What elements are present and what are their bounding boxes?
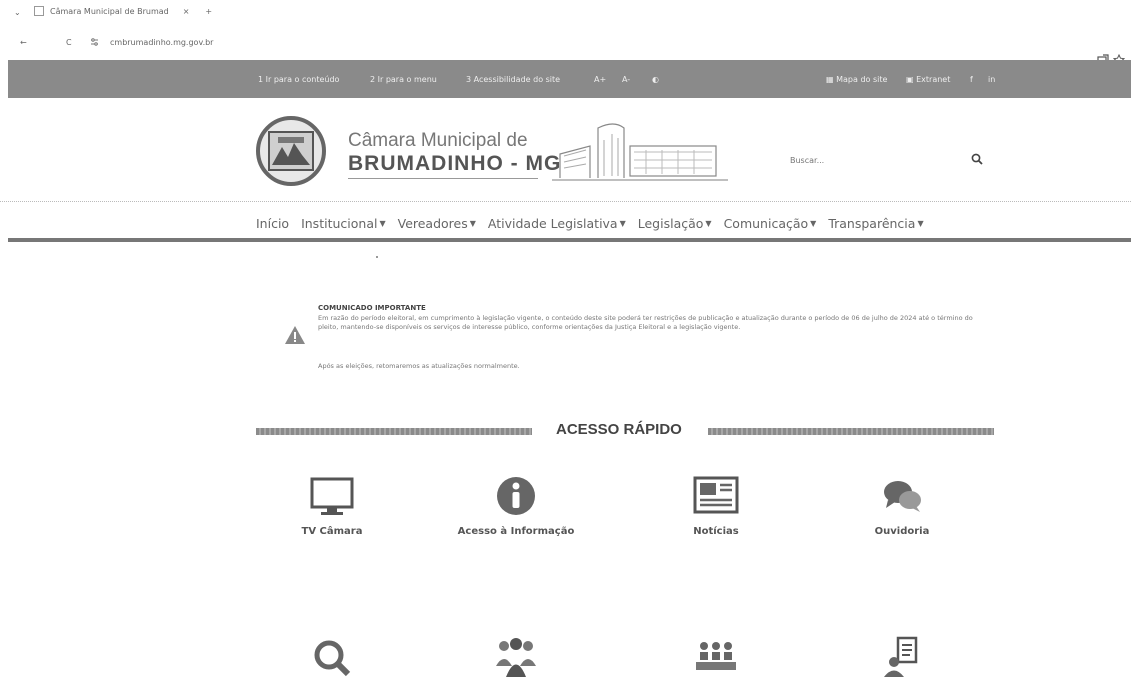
quick-access-document-person[interactable]	[812, 636, 992, 677]
browser-tab-strip: ⌄ Câmara Municipal de Brumad × +	[0, 0, 1131, 26]
plenary-icon	[696, 642, 736, 670]
quick-access-title: ACESSO RÁPIDO	[556, 421, 682, 438]
nav-label: Início	[256, 216, 290, 231]
section-rule-right	[708, 428, 994, 435]
site-header: Câmara Municipal de BRUMADINHO - MG	[0, 100, 1131, 200]
chamber-seal-logo[interactable]	[256, 116, 326, 186]
nav-label: Comunicação	[723, 216, 809, 231]
nav-item-vereadores[interactable]: Vereadores ▼	[398, 216, 476, 231]
decorative-dot	[376, 256, 378, 258]
caret-down-icon: ▼	[619, 219, 626, 228]
quick-access-plenary[interactable]	[626, 636, 806, 677]
quick-access-ouvidoria[interactable]: Ouvidoria	[812, 474, 992, 537]
quick-access-acesso-informacao[interactable]: Acesso à Informação	[426, 474, 606, 537]
tab-list-chevron-icon[interactable]: ⌄	[14, 8, 21, 17]
search-box	[790, 150, 990, 170]
caret-down-icon: ▼	[469, 219, 476, 228]
quick-access-group[interactable]	[426, 636, 606, 677]
tab-close-icon[interactable]: ×	[183, 7, 190, 16]
section-rule-left	[256, 428, 532, 435]
quick-access-label: Ouvidoria	[874, 526, 930, 537]
group-icon	[496, 638, 536, 677]
magnifier-icon	[314, 640, 351, 677]
header-divider	[0, 201, 1131, 202]
quick-access-label: Notícias	[693, 526, 739, 537]
contrast-icon[interactable]: ◐	[652, 75, 659, 84]
quick-access-tv-camara[interactable]: TV Câmara	[242, 474, 422, 537]
skip-to-menu-link[interactable]: 2 Ir para o menu	[370, 75, 437, 84]
back-icon[interactable]: ←	[20, 38, 27, 47]
notice-title: COMUNICADO IMPORTANTE	[318, 304, 426, 312]
browser-tab[interactable]: Câmara Municipal de Brumad × +	[34, 6, 212, 16]
caret-down-icon: ▼	[379, 219, 386, 228]
warning-icon	[285, 326, 305, 344]
nav-label: Atividade Legislativa	[487, 216, 618, 231]
newspaper-icon	[693, 476, 739, 514]
nav-item-inicio[interactable]: Início	[256, 216, 289, 231]
quick-access-label: TV Câmara	[301, 526, 363, 537]
extranet-link[interactable]: ▣ Extranet	[906, 75, 950, 84]
new-tab-icon[interactable]: +	[205, 7, 212, 16]
brand-line2[interactable]: BRUMADINHO - MG	[348, 152, 561, 176]
nav-item-legislacao[interactable]: Legislação ▼	[638, 216, 712, 231]
lock-icon: ▣	[906, 75, 917, 84]
nav-item-transparencia[interactable]: Transparência ▼	[828, 216, 923, 231]
nav-label: Vereadores	[397, 216, 468, 231]
sitemap-label: Mapa do site	[836, 75, 888, 84]
quick-access-noticias[interactable]: Notícias	[626, 474, 806, 537]
caret-down-icon: ▼	[917, 219, 924, 228]
extranet-label: Extranet	[916, 75, 951, 84]
document-person-icon	[884, 636, 918, 677]
chat-bubbles-icon	[884, 481, 921, 512]
site-info-icon[interactable]	[90, 38, 99, 48]
search-icon[interactable]	[970, 152, 984, 166]
skip-to-content-link[interactable]: 1 Ir para o conteúdo	[258, 75, 339, 84]
seal-mountains-icon	[268, 131, 314, 171]
main-nav: Início Institucional ▼ Vereadores ▼ Ativid…	[256, 216, 924, 231]
nav-item-institucional[interactable]: Institucional ▼	[301, 216, 386, 231]
accessibility-link[interactable]: 3 Acessibilidade do site	[466, 75, 560, 84]
url-text[interactable]: cmbrumadinho.mg.gov.br	[110, 38, 213, 47]
nav-label: Legislação	[637, 216, 704, 231]
rss-icon[interactable]: in	[988, 75, 995, 84]
nav-label: Institucional	[301, 216, 378, 231]
brand-line1[interactable]: Câmara Municipal de	[348, 130, 528, 152]
chamber-building-illustration	[552, 123, 728, 181]
nav-item-comunicacao[interactable]: Comunicação ▼	[724, 216, 817, 231]
brand-underline	[348, 178, 538, 179]
notice-body: Em razão do período eleitoral, em cumpri…	[318, 314, 973, 331]
utility-bar: 1 Ir para o conteúdo 2 Ir para o menu 3 …	[8, 60, 1131, 98]
reload-icon[interactable]: C	[66, 38, 72, 47]
nav-underline	[8, 238, 1131, 242]
facebook-icon[interactable]: f	[970, 75, 973, 84]
nav-item-atividade-legislativa[interactable]: Atividade Legislativa ▼	[488, 216, 626, 231]
quick-access-search[interactable]	[242, 636, 422, 677]
nav-label: Transparência	[828, 216, 916, 231]
notice-footnote: Após as eleições, retomaremos as atualiz…	[318, 362, 520, 370]
sitemap-link[interactable]: ▦ Mapa do site	[826, 75, 887, 84]
browser-tab-title: Câmara Municipal de Brumad	[50, 6, 169, 16]
monitor-icon	[310, 477, 354, 515]
search-input[interactable]	[790, 150, 960, 170]
sitemap-icon: ▦	[826, 75, 837, 84]
caret-down-icon: ▼	[810, 219, 817, 228]
font-increase-button[interactable]: A+	[594, 75, 606, 84]
site-favicon-icon	[34, 6, 44, 16]
caret-down-icon: ▼	[705, 219, 712, 228]
browser-address-bar: ← C cmbrumadinho.mg.gov.br	[0, 34, 1131, 66]
font-decrease-button[interactable]: A-	[622, 75, 630, 84]
info-icon	[497, 477, 535, 515]
quick-access-label: Acesso à Informação	[457, 526, 575, 537]
